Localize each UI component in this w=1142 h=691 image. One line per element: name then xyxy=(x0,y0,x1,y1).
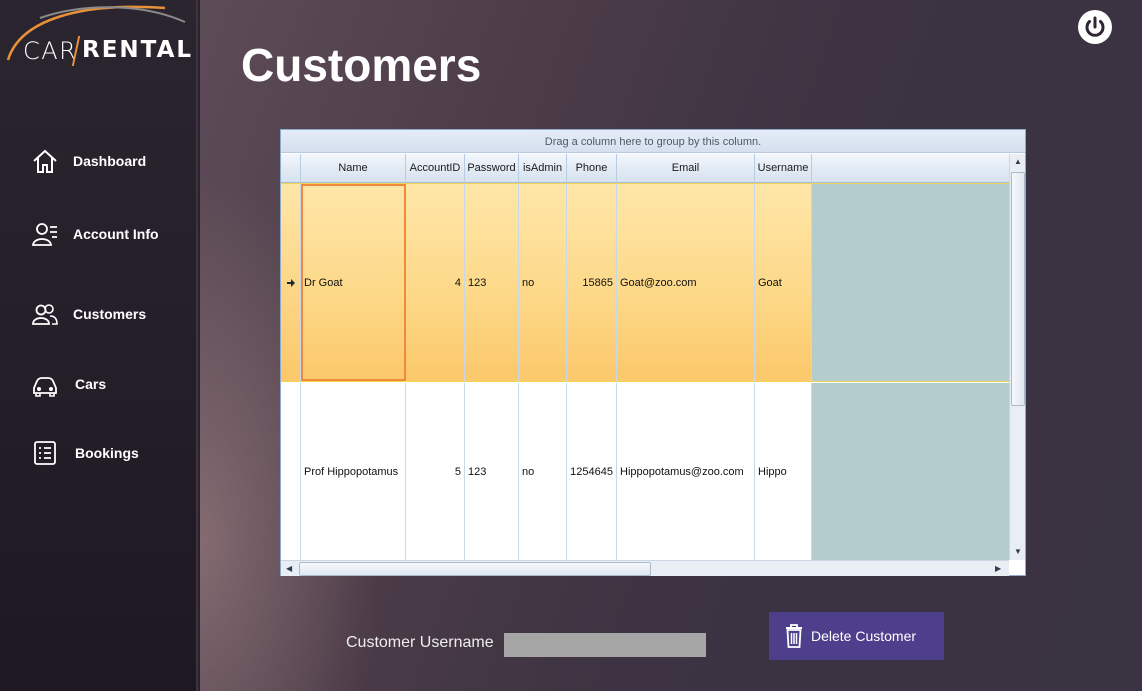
customer-username-label: Customer Username xyxy=(346,634,494,651)
scroll-up-arrow-icon[interactable]: ▲ xyxy=(1014,157,1022,166)
scroll-right-arrow-icon[interactable]: ▶ xyxy=(995,564,1001,573)
vertical-scrollbar[interactable]: ▲ ▼ xyxy=(1009,154,1025,560)
horizontal-scrollbar[interactable]: ◀ ▶ xyxy=(281,560,1009,576)
scroll-left-arrow-icon[interactable]: ◀ xyxy=(286,564,292,573)
row-indicator[interactable] xyxy=(281,383,301,560)
delete-customer-label: Delete Customer xyxy=(811,628,917,644)
cell-username[interactable]: Goat xyxy=(755,184,812,381)
cell-email[interactable]: Hippopotamus@zoo.com xyxy=(617,383,755,560)
cell-name[interactable]: Prof Hippopotamus xyxy=(301,383,406,560)
sidebar: CAR RENTAL Dashboard Account Info Custom… xyxy=(0,0,198,691)
customers-grid[interactable]: Drag a column here to group by this colu… xyxy=(280,129,1026,576)
customers-icon xyxy=(30,299,60,329)
scroll-down-arrow-icon[interactable]: ▼ xyxy=(1014,547,1022,556)
horizontal-scroll-thumb[interactable] xyxy=(299,562,651,576)
cell-username[interactable]: Hippo xyxy=(755,383,812,560)
table-row[interactable]: Prof Hippopotamus 5 123 no 1254645 Hippo… xyxy=(281,383,1009,560)
cell-phone[interactable]: 15865 xyxy=(567,184,617,381)
cell-isadmin[interactable]: no xyxy=(519,383,567,560)
app-logo: CAR RENTAL xyxy=(0,0,198,82)
logo-text-rental: RENTAL xyxy=(82,37,194,63)
car-icon xyxy=(30,369,60,399)
cell-password[interactable]: 123 xyxy=(465,184,519,381)
home-icon xyxy=(30,146,60,176)
power-icon xyxy=(1078,10,1112,44)
sidebar-item-label: Dashboard xyxy=(73,153,147,169)
cell-empty-filler xyxy=(812,383,1009,560)
sidebar-item-label: Bookings xyxy=(75,445,139,461)
vertical-scroll-thumb[interactable] xyxy=(1011,172,1025,406)
column-header-accountid[interactable]: AccountID xyxy=(406,154,465,183)
sidebar-item-label: Cars xyxy=(75,376,107,392)
sidebar-item-label: Customers xyxy=(73,306,147,322)
sidebar-item-account-info[interactable]: Account Info xyxy=(30,219,159,249)
bookings-icon xyxy=(30,438,60,468)
cell-empty-filler xyxy=(812,184,1009,381)
cell-accountid[interactable]: 4 xyxy=(406,184,465,381)
row-header-corner xyxy=(281,154,301,183)
sidebar-item-customers[interactable]: Customers xyxy=(30,299,146,329)
grid-header-row: Name AccountID Password isAdmin Phone Em… xyxy=(281,154,1009,183)
cell-phone[interactable]: 1254645 xyxy=(567,383,617,560)
column-header-email[interactable]: Email xyxy=(617,154,755,183)
row-indicator[interactable] xyxy=(281,184,301,381)
table-row[interactable]: Dr Goat 4 123 no 15865 Goat@zoo.com Goat xyxy=(281,183,1009,382)
cell-name[interactable]: Dr Goat xyxy=(301,184,406,381)
power-button[interactable] xyxy=(1077,9,1113,45)
sidebar-item-label: Account Info xyxy=(73,226,159,242)
column-header-name[interactable]: Name xyxy=(301,154,406,183)
column-header-phone[interactable]: Phone xyxy=(567,154,617,183)
cell-email[interactable]: Goat@zoo.com xyxy=(617,184,755,381)
cell-isadmin[interactable]: no xyxy=(519,184,567,381)
page-title: Customers xyxy=(241,39,482,91)
account-info-icon xyxy=(30,219,60,249)
sidebar-item-dashboard[interactable]: Dashboard xyxy=(30,146,146,176)
group-by-panel[interactable]: Drag a column here to group by this colu… xyxy=(281,130,1025,153)
column-header-isadmin[interactable]: isAdmin xyxy=(519,154,567,183)
cell-password[interactable]: 123 xyxy=(465,383,519,560)
sidebar-item-bookings[interactable]: Bookings xyxy=(30,438,139,468)
logo-text-car: CAR xyxy=(23,37,78,65)
column-header-filler xyxy=(812,154,1009,183)
column-header-password[interactable]: Password xyxy=(465,154,519,183)
column-header-username[interactable]: Username xyxy=(755,154,812,183)
delete-customer-button[interactable]: Delete Customer xyxy=(769,612,944,660)
trash-icon xyxy=(786,624,802,648)
cell-accountid[interactable]: 5 xyxy=(406,383,465,560)
current-row-arrow-icon xyxy=(286,278,295,287)
customer-username-input[interactable] xyxy=(504,633,706,657)
sidebar-item-cars[interactable]: Cars xyxy=(30,369,106,399)
